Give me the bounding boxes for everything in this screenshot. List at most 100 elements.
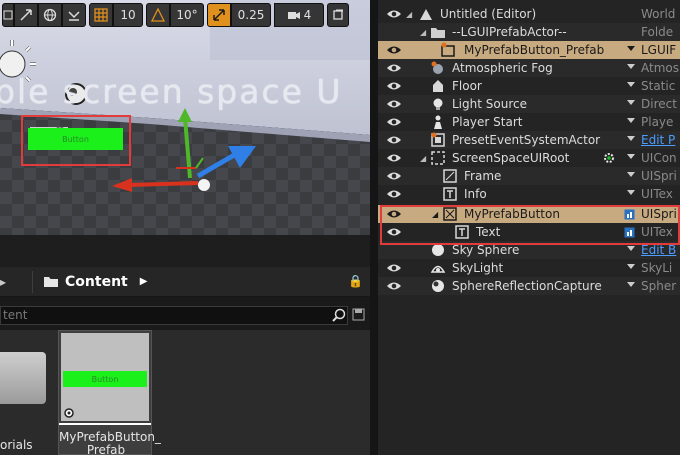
lock-icon[interactable]: 🔒 [348,274,363,288]
outliner-row-untitled-editor[interactable]: ◢ Untitled (Editor) World [378,5,680,23]
visibility-eye-icon[interactable] [386,280,402,292]
grid-icon [94,8,108,22]
outliner-row-frame[interactable]: Frame UISpri [378,167,680,185]
collapse-arrow-icon[interactable]: ◢ [420,28,426,37]
search-icon[interactable] [332,308,346,322]
level-viewport[interactable]: ple screen space U Button 10 10° 0.25 4 [0,0,370,235]
panel-splitter[interactable] [0,235,370,267]
highlight-rectangle-viewport [21,115,131,166]
visibility-eye-icon[interactable] [386,116,402,128]
outliner-item-type: UICon [641,151,677,165]
content-search-input[interactable]: tent [0,306,348,325]
asset-name: MyPrefabButton_ Prefab [59,430,161,455]
chevron-down-icon[interactable] [627,100,635,105]
scale-icon [3,10,13,20]
outliner-item-type: Spher [641,279,677,293]
rotation-snap-value[interactable]: 10° [170,3,204,27]
breadcrumb-chevron-icon[interactable]: ▶ [140,276,148,287]
chevron-down-icon[interactable] [627,46,635,51]
visibility-eye-icon[interactable] [386,134,402,146]
ui-sprite-icon [443,169,457,183]
tutorials-folder-icon[interactable] [0,352,46,404]
breadcrumb[interactable]: Content ▶ [43,274,147,290]
outliner-item-label: Player Start [452,115,523,129]
highlight-rectangle-outliner [380,205,680,245]
outliner-row-preset-event-system[interactable]: PresetEventSystemActor Edit P [378,131,680,149]
outliner-row-info[interactable]: Info UITex [378,185,680,203]
content-browser-assets: orials Button MyPrefabButton_ Prefab [0,330,370,455]
prefab-asset-tile[interactable]: Button MyPrefabButton_ Prefab [58,330,161,455]
outliner-row-lgui-prefab-folder[interactable]: ◢ --LGUIPrefabActor-- Folde [378,23,680,41]
edit-blueprint-link[interactable]: Edit B [641,243,676,257]
scale-snap-value[interactable]: 0.25 [231,3,271,27]
visibility-eye-icon[interactable] [386,98,402,110]
outliner-item-label: --LGUIPrefabActor-- [452,25,567,39]
prefab-gear-icon [64,408,74,418]
collapse-arrow-icon[interactable]: ◢ [420,154,426,163]
outliner-item-label: SkyLight [452,261,504,275]
chevron-down-icon[interactable] [627,264,635,269]
camera-speed-button[interactable]: 4 [274,3,324,27]
back-arrow-icon[interactable]: ▸ [0,275,6,289]
chevron-down-icon[interactable] [627,118,635,123]
local-space-button[interactable] [14,3,38,27]
grid-snap-value[interactable]: 10 [113,3,143,27]
panel-divider[interactable] [370,0,378,455]
search-placeholder: tent [3,308,28,322]
outliner-row-atmospheric-fog[interactable]: Atmospheric Fog Atmos [378,59,680,77]
angle-icon [151,8,165,22]
path-separator [32,270,34,293]
ui-root-icon [431,151,445,165]
save-icon[interactable] [352,308,365,321]
chevron-down-icon[interactable] [627,246,635,251]
scale-snap-toggle[interactable] [207,3,231,27]
player-start-icon [434,115,442,129]
visibility-eye-icon[interactable] [386,62,402,74]
outliner-row-player-start[interactable]: Player Start Playe [378,113,680,131]
outliner-row-sphere-reflection-capture[interactable]: SphereReflectionCapture Spher [378,277,680,295]
grid-snap-toggle[interactable] [89,3,113,27]
visibility-eye-icon[interactable] [386,170,402,182]
scale-mode-button[interactable] [2,3,14,27]
chevron-down-icon[interactable] [627,136,635,141]
chevron-down-icon[interactable] [627,282,635,287]
chevron-down-icon[interactable] [627,172,635,177]
outliner-item-label: Untitled (Editor) [440,7,537,21]
outliner-item-type: World [641,7,676,21]
chevron-down-icon[interactable] [627,154,635,159]
asset-thumbnail: Button [61,333,149,421]
visibility-eye-icon[interactable] [386,188,402,200]
visibility-eye-icon[interactable] [386,152,402,164]
outliner-item-label: Light Source [452,97,527,111]
outliner-item-type: Static [641,79,676,93]
fog-icon [431,61,443,74]
reflection-capture-icon [432,280,444,292]
outliner-item-type: LGUIF [641,43,677,57]
visibility-eye-icon[interactable] [386,262,402,274]
outliner-item-label: ScreenSpaceUIRoot [452,151,570,165]
world-space-button[interactable] [38,3,62,27]
outliner-row-myprefabbutton-prefab[interactable]: MyPrefabButton_Prefab LGUIF [378,41,680,59]
outliner-row-light-source[interactable]: Light Source Direct [378,95,680,113]
visibility-eye-icon[interactable] [386,44,402,56]
outliner-row-floor[interactable]: Floor Static [378,77,680,95]
move-arrows-icon [20,9,32,21]
gear-icon[interactable] [602,151,616,165]
rotation-snap-group: 10° [146,3,204,27]
viewport-maximize-button[interactable] [327,3,349,27]
actor-blueprint-icon [431,132,445,147]
rotation-snap-toggle[interactable] [146,3,170,27]
outliner-row-screen-space-ui-root[interactable]: ◢ ScreenSpaceUIRoot UICon [378,149,680,167]
chevron-down-icon[interactable] [627,190,635,195]
outliner-row-skylight[interactable]: SkyLight SkyLi [378,259,680,277]
folder-icon [431,28,445,38]
collapse-arrow-icon[interactable]: ◢ [406,10,412,19]
surface-snap-button[interactable] [62,3,86,27]
edit-blueprint-link[interactable]: Edit P [641,133,675,147]
chevron-down-icon[interactable] [627,64,635,69]
visibility-eye-icon[interactable] [386,8,402,20]
chevron-down-icon[interactable] [627,82,635,87]
visibility-eye-icon[interactable] [386,80,402,92]
folder-icon [44,277,59,287]
world-icon [420,9,432,20]
